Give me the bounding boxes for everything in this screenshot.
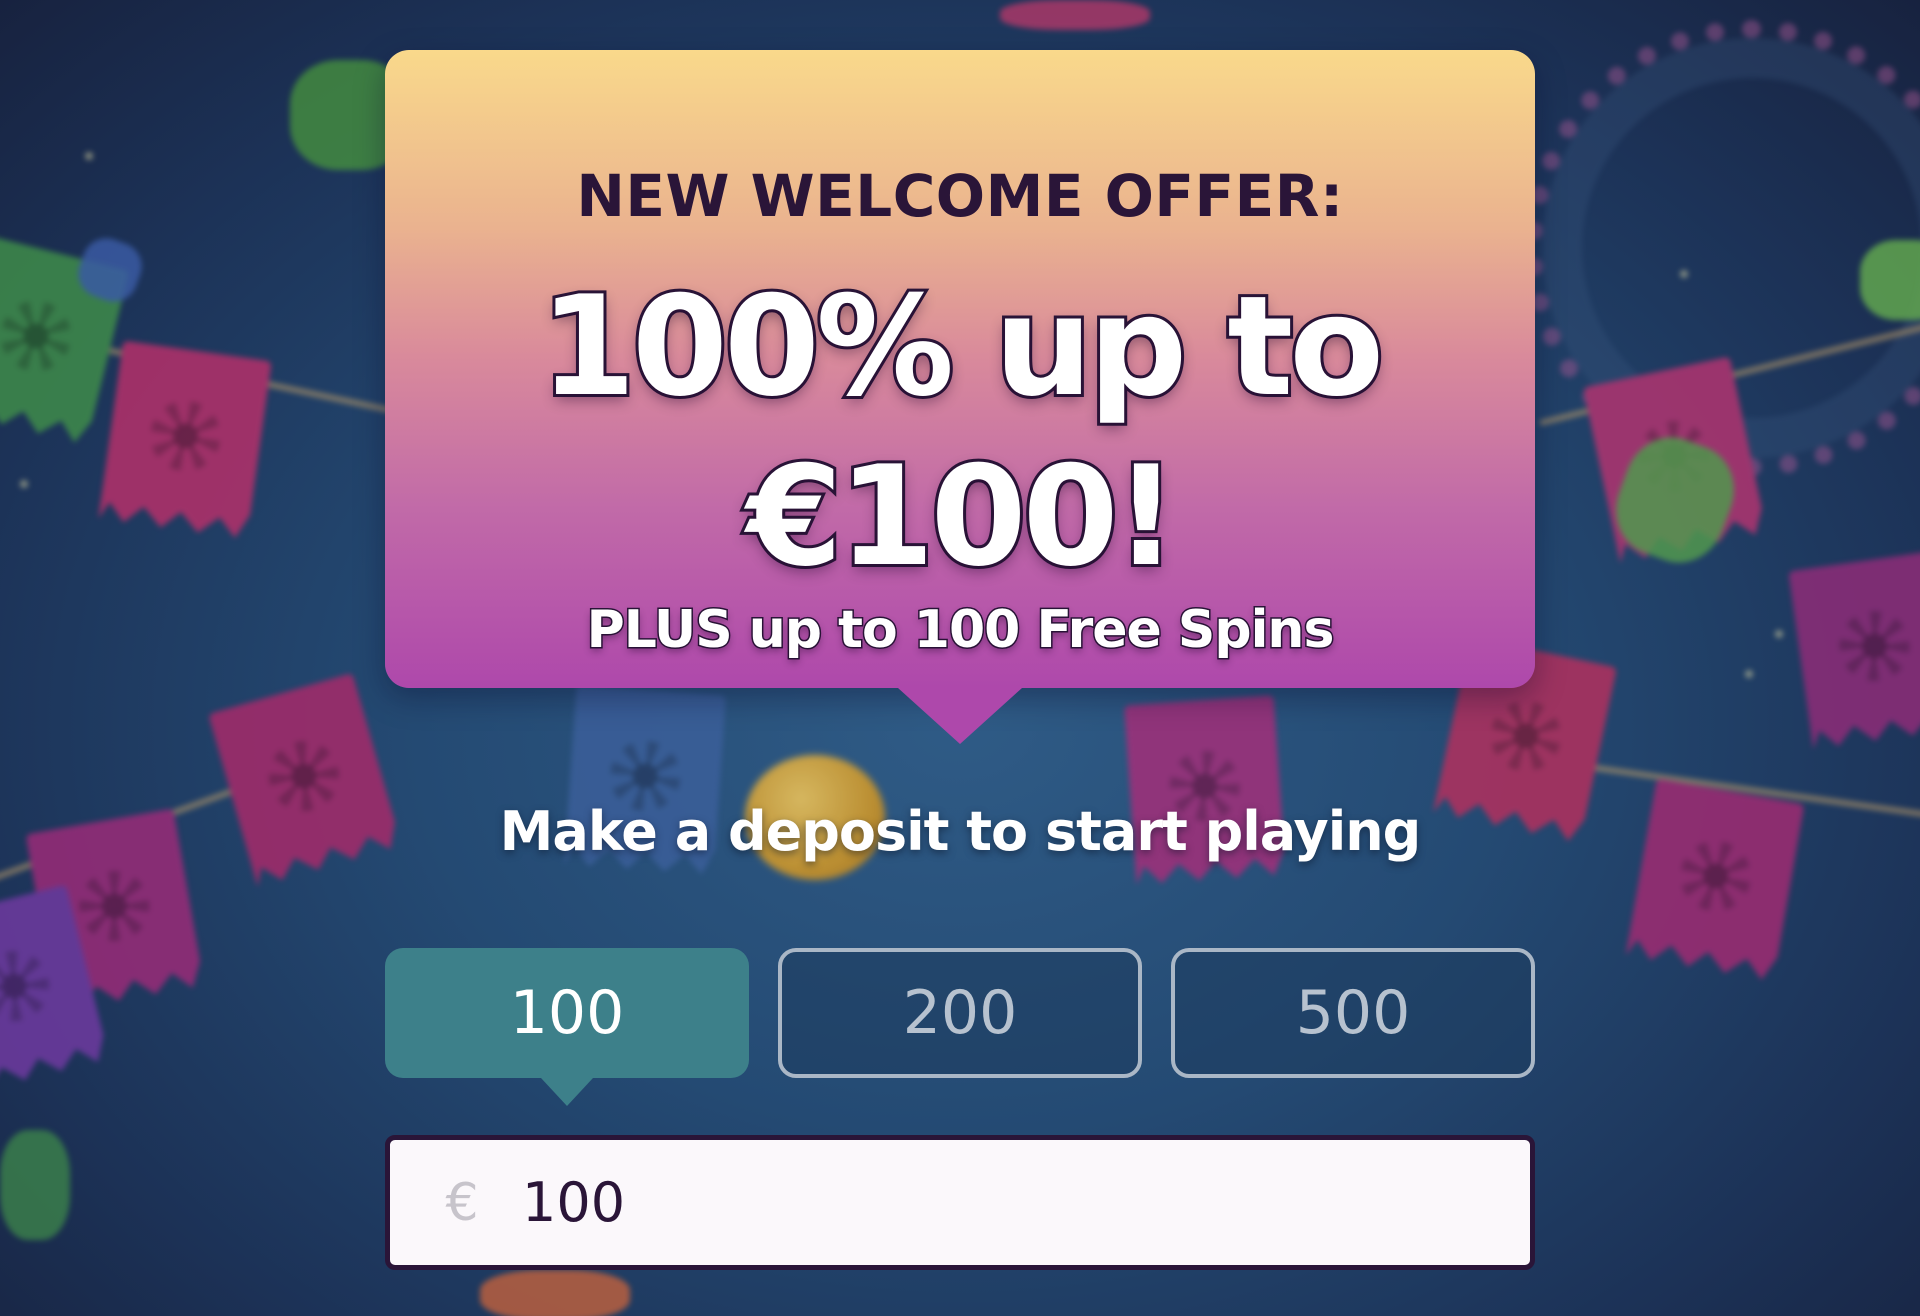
amount-options: 100 200 500: [385, 948, 1535, 1078]
deposit-amount-input[interactable]: [522, 1171, 1530, 1234]
sparkle: [1775, 630, 1783, 638]
deposit-amount-field[interactable]: €: [385, 1135, 1535, 1270]
offer-free-spins: PLUS up to 100 Free Spins: [585, 599, 1336, 662]
offer-kicker: NEW WELCOME OFFER:: [576, 162, 1344, 230]
candy-decoration: [0, 1130, 70, 1240]
papel-picado-flag: [1626, 778, 1805, 981]
card-pointer: [898, 688, 1022, 744]
papel-picado-flag: [1788, 550, 1920, 749]
amount-option-100[interactable]: 100: [385, 948, 749, 1078]
candy-decoration: [1860, 240, 1920, 320]
sparkle: [1680, 270, 1688, 278]
sparkle: [1745, 670, 1753, 678]
offer-headline-line-1: 100% up to: [537, 266, 1387, 427]
welcome-offer-card: NEW WELCOME OFFER: 100% up to €100! PLUS…: [385, 50, 1535, 744]
sparkle: [20, 480, 28, 488]
candy-decoration: [480, 1270, 630, 1316]
offer-headline-line-2: €100!: [743, 436, 1180, 597]
papel-picado-flag: [208, 673, 402, 887]
sparkle: [85, 152, 93, 160]
deposit-prompt: Make a deposit to start playing: [499, 800, 1422, 863]
euro-icon: €: [445, 1172, 479, 1233]
deposit-screen: NEW WELCOME OFFER: 100% up to €100! PLUS…: [0, 0, 1920, 1316]
papel-picado-flag: [98, 340, 272, 539]
amount-option-500[interactable]: 500: [1171, 948, 1535, 1078]
amount-option-200[interactable]: 200: [778, 948, 1142, 1078]
candy-decoration: [1000, 0, 1150, 30]
